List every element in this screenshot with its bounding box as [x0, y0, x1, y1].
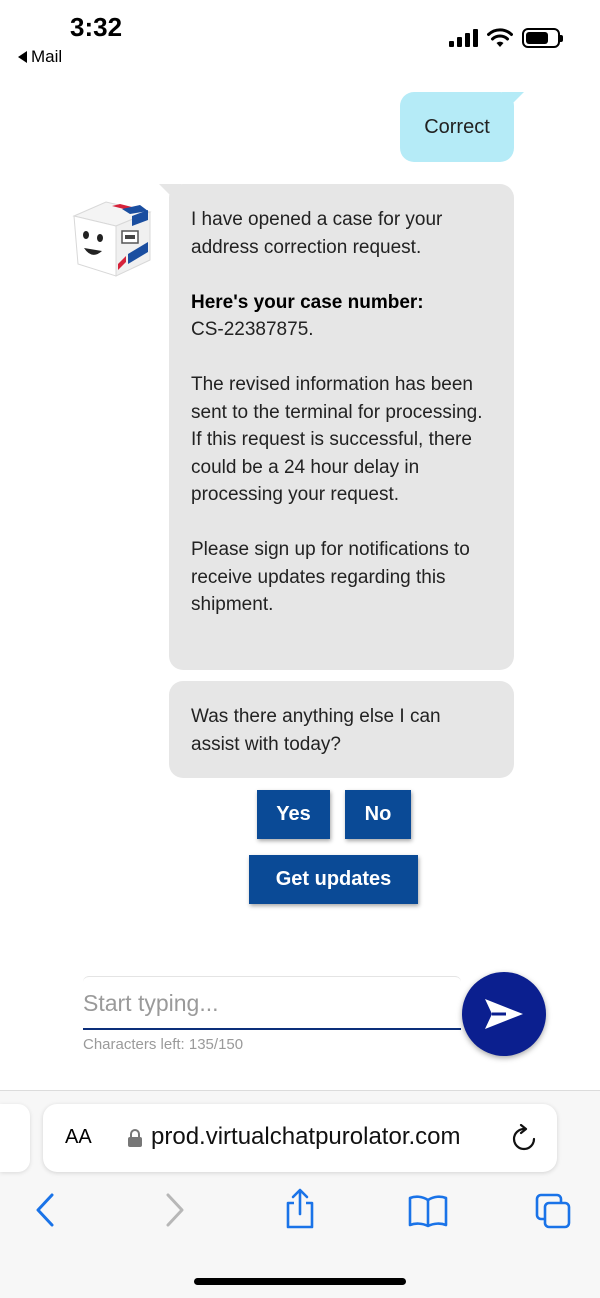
case-number-label: Here's your case number:	[191, 291, 424, 313]
send-button[interactable]	[462, 972, 546, 1056]
wifi-icon	[487, 28, 513, 47]
previous-tab-preview[interactable]	[0, 1104, 30, 1172]
send-icon	[485, 999, 523, 1029]
no-button[interactable]: No	[345, 790, 411, 839]
lock-icon	[128, 1129, 142, 1147]
status-time: 3:32	[70, 12, 123, 42]
text-size-label: AA	[65, 1126, 92, 1148]
bot-message-text: The revised information has been sent to…	[191, 374, 483, 505]
bot-avatar-icon	[72, 201, 152, 277]
yes-button[interactable]: Yes	[257, 790, 330, 839]
cellular-signal-icon	[449, 29, 478, 47]
get-updates-button[interactable]: Get updates	[249, 855, 418, 904]
bot-message-text: Please sign up for notifications to rece…	[191, 539, 470, 615]
url-text: prod.virtualchatpurolator.com	[151, 1123, 461, 1150]
back-chevron-icon[interactable]	[34, 1192, 56, 1228]
message-input[interactable]	[83, 977, 461, 1028]
status-icons	[449, 28, 563, 48]
bot-message-text: Was there anything else I can assist wit…	[191, 706, 441, 755]
bot-message-text: I have opened a case for your address co…	[191, 209, 443, 258]
share-icon[interactable]	[284, 1188, 316, 1230]
bot-message-bubble: I have opened a case for your address co…	[159, 184, 514, 670]
reload-icon[interactable]	[511, 1124, 537, 1152]
forward-chevron-icon[interactable]	[164, 1192, 186, 1228]
case-number-block: Here's your case number: CS-22387875.	[191, 289, 494, 344]
user-message-bubble: Correct	[400, 92, 524, 162]
bot-message-bubble: Was there anything else I can assist wit…	[169, 681, 514, 778]
bookmarks-icon[interactable]	[408, 1194, 448, 1228]
home-indicator	[194, 1278, 406, 1285]
message-input-wrapper	[83, 976, 461, 1030]
characters-left-counter: Characters left: 135/150	[83, 1036, 244, 1053]
back-to-mail-link[interactable]: Mail	[18, 47, 62, 67]
tabs-icon[interactable]	[534, 1192, 572, 1230]
back-arrow-icon	[18, 51, 27, 63]
text-size-button[interactable]: AA	[65, 1126, 92, 1149]
status-bar: 3:32 Mail	[0, 0, 600, 72]
page: 3:32 Mail Correct I have opened a case f…	[0, 0, 600, 1298]
battery-icon	[522, 28, 563, 48]
back-app-label: Mail	[31, 47, 63, 66]
case-number-value: CS-22387875.	[191, 319, 314, 340]
address-bar[interactable]: AA prod.virtualchatpurolator.com	[43, 1104, 557, 1172]
